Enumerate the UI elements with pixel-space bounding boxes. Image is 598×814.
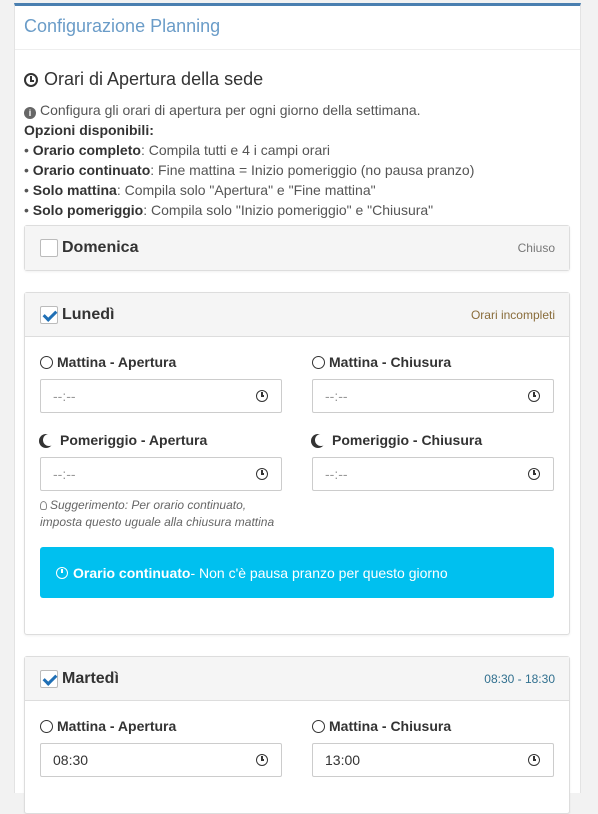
afternoon-close-input[interactable]: --:-- — [312, 457, 554, 491]
option-item: • Orario completo: Compila tutti e 4 i c… — [24, 142, 331, 158]
clock-icon — [56, 566, 68, 579]
morning-close-field: Mattina - Chiusura --:-- — [312, 353, 554, 413]
afternoon-close-field: Pomeriggio - Chiusura --:-- — [312, 431, 554, 531]
sun-icon — [40, 355, 53, 369]
day-card-lunedi: Lunedì Orari incompleti Mattina - Apertu… — [24, 292, 570, 635]
morning-close-field: Mattina - Chiusura 13:00 — [312, 717, 554, 777]
day-header: Martedì 08:30 - 18:30 — [25, 657, 569, 701]
panel-title: Configurazione Planning — [24, 16, 221, 36]
clock-icon[interactable] — [528, 390, 540, 402]
info-box: i Configura gli orari di apertura per ogn… — [24, 100, 570, 220]
info-icon: i — [24, 107, 36, 119]
lightbulb-icon — [40, 501, 47, 510]
clock-icon[interactable] — [528, 468, 540, 480]
morning-close-input[interactable]: 13:00 — [312, 743, 554, 777]
clock-icon[interactable] — [256, 468, 268, 480]
day-card-domenica: Domenica Chiuso — [24, 225, 570, 271]
moon-icon — [315, 434, 327, 446]
day-status: 08:30 - 18:30 — [484, 671, 555, 686]
sun-icon — [40, 719, 53, 733]
continuous-hours-alert: Orario continuato - Non c'è pausa pranzo… — [40, 547, 554, 598]
day-name: Domenica — [62, 239, 139, 256]
day-header: Lunedì Orari incompleti — [25, 293, 569, 337]
clock-icon — [24, 72, 38, 87]
option-item: • Solo mattina: Compila solo "Apertura" … — [24, 182, 376, 198]
day-card-martedi: Martedì 08:30 - 18:30 Mattina - Apertura… — [24, 656, 570, 814]
option-item: • Solo pomeriggio: Compila solo "Inizio … — [24, 202, 434, 218]
afternoon-open-field: Pomeriggio - Apertura --:-- Suggerimento… — [40, 431, 282, 531]
morning-open-input[interactable]: --:-- — [40, 379, 282, 413]
day-status: Chiuso — [517, 241, 555, 255]
section-title: Orari di Apertura della sede — [24, 69, 570, 90]
moon-icon — [43, 434, 55, 446]
clock-icon[interactable] — [256, 754, 268, 766]
hint-text: Suggerimento: Per orario continuato, imp… — [40, 498, 275, 529]
day-name: Lunedì — [62, 305, 115, 323]
day-name: Martedì — [62, 669, 119, 687]
day-header: Domenica Chiuso — [25, 226, 569, 270]
panel-header: Configurazione Planning — [15, 6, 580, 50]
morning-open-field: Mattina - Apertura 08:30 — [40, 717, 282, 777]
day-checkbox[interactable] — [40, 239, 58, 257]
section-title-text: Orari di Apertura della sede — [44, 69, 264, 89]
options-heading: Opzioni disponibili: — [24, 122, 154, 138]
clock-icon[interactable] — [256, 390, 268, 402]
option-item: • Orario continuato: Fine mattina = Iniz… — [24, 162, 475, 178]
sun-icon — [312, 355, 325, 369]
morning-close-input[interactable]: --:-- — [312, 379, 554, 413]
info-intro: Configura gli orari di apertura per ogni… — [40, 102, 421, 118]
morning-open-field: Mattina - Apertura --:-- — [40, 353, 282, 413]
morning-open-input[interactable]: 08:30 — [40, 743, 282, 777]
day-checkbox[interactable] — [40, 669, 58, 688]
planning-panel: Configurazione Planning Orari di Apertur… — [14, 3, 581, 814]
day-status: Orari incompleti — [470, 307, 555, 322]
clock-icon[interactable] — [528, 754, 540, 766]
day-checkbox[interactable] — [40, 305, 58, 324]
afternoon-open-input[interactable]: --:-- — [40, 457, 282, 491]
sun-icon — [312, 719, 325, 733]
